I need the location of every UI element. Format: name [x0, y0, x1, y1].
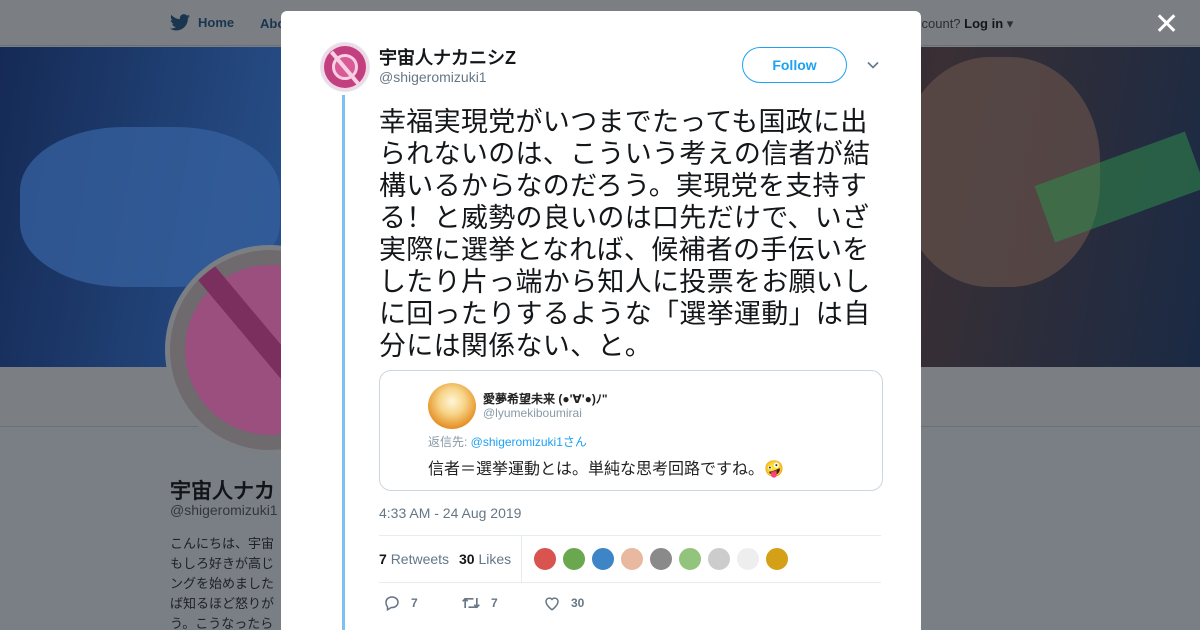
- twitter-bird-icon: [170, 14, 190, 31]
- thread-line: [342, 95, 345, 630]
- retweets-stat[interactable]: 7 Retweets: [379, 551, 449, 567]
- nav-home[interactable]: Home: [170, 14, 234, 31]
- login-prefix: ccount?: [915, 16, 961, 31]
- quoted-avatar: [428, 383, 476, 429]
- tweet-timestamp[interactable]: 4:33 AM - 24 Aug 2019: [379, 505, 521, 521]
- like-count: 30: [571, 596, 585, 610]
- liker-avatar[interactable]: [649, 547, 673, 571]
- tweet-text: 幸福実現党がいつまでたっても国政に出られないのは、こういう考えの信者が結構いるか…: [379, 107, 871, 361]
- author-handle[interactable]: @shigeromizuki1: [379, 69, 487, 85]
- liker-avatar[interactable]: [707, 547, 731, 571]
- quoted-text: 信者＝選挙運動とは。単純な思考回路ですね。🤪: [428, 461, 784, 478]
- tweet-actions: 7 7 30: [379, 594, 881, 624]
- divider: [379, 582, 881, 583]
- author-name[interactable]: 宇宙人ナカニシZ: [379, 44, 516, 70]
- nav-login[interactable]: ccount? Log in ▾: [915, 16, 1013, 32]
- chevron-down-icon[interactable]: [865, 57, 881, 73]
- liker-avatar[interactable]: [562, 547, 586, 571]
- profile-handle: @shigeromizuki1: [170, 502, 278, 518]
- tweet-modal: 宇宙人ナカニシZ @shigeromizuki1 Follow 幸福実現党がいつ…: [281, 11, 921, 630]
- liker-avatar[interactable]: [678, 547, 702, 571]
- quoted-name: 愛夢希望未来 (●'∀'●)ﾉ": [483, 392, 608, 406]
- retweet-icon: [462, 597, 480, 609]
- login-link[interactable]: Log in: [964, 16, 1003, 31]
- reply-icon: [385, 596, 399, 612]
- caret-down-icon: ▾: [1006, 16, 1014, 31]
- liker-avatar[interactable]: [533, 547, 557, 571]
- likes-stat[interactable]: 30 Likes: [459, 551, 511, 567]
- quoted-tweet-image[interactable]: 愛夢希望未来 (●'∀'●)ﾉ" @lyumekiboumirai 返信先: @…: [379, 370, 883, 491]
- reply-button[interactable]: 7: [383, 594, 418, 612]
- quoted-reply-handle: @shigeromizuki1さん: [470, 435, 587, 449]
- liker-avatar[interactable]: [620, 547, 644, 571]
- retweet-count: 7: [491, 596, 498, 610]
- quoted-handle: @lyumekiboumirai: [483, 406, 582, 420]
- stats-divider: [521, 536, 522, 583]
- liker-avatar[interactable]: [591, 547, 615, 571]
- author-avatar[interactable]: [320, 42, 370, 92]
- follow-button[interactable]: Follow: [742, 47, 847, 83]
- liker-avatar[interactable]: [765, 547, 789, 571]
- retweet-button[interactable]: 7: [461, 594, 498, 612]
- nav-home-label: Home: [198, 15, 235, 30]
- liker-avatar[interactable]: [736, 547, 760, 571]
- profile-name: 宇宙人ナカ: [170, 480, 275, 503]
- like-button[interactable]: 30: [543, 594, 584, 612]
- heart-icon: [545, 597, 559, 611]
- close-icon[interactable]: ✕: [1154, 10, 1179, 40]
- quoted-reply-to: 返信先: @shigeromizuki1さん: [428, 435, 587, 449]
- tweet-stats: 7 Retweets 30 Likes: [379, 536, 881, 583]
- profile-bio: こんにちは、宇宙 もしろ好きが高じ ングを始めました ば知るほど怒りが う。こう…: [170, 536, 275, 630]
- liker-avatars: [533, 547, 789, 571]
- reply-count: 7: [411, 596, 418, 610]
